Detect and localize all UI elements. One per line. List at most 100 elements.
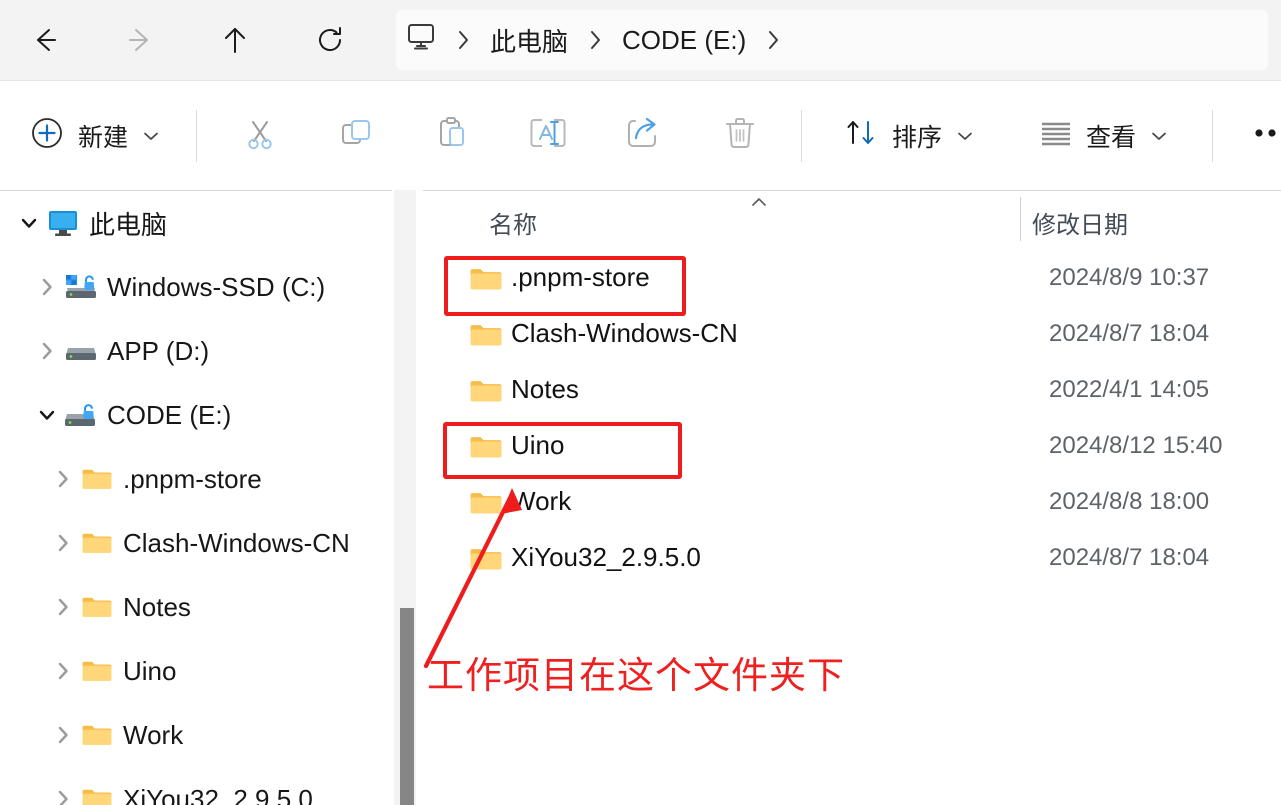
file-name: Notes <box>511 374 579 404</box>
drive-lock-icon <box>64 398 98 432</box>
file-row-uino[interactable]: Uino 2024/8/12 15:40 <box>423 421 1281 477</box>
folder-icon <box>80 590 114 624</box>
folder-icon <box>80 462 114 496</box>
sidebar-item-xiyou32[interactable]: XiYou32_2.9.5.0 <box>0 767 392 805</box>
folder-icon <box>469 433 503 463</box>
up-button[interactable] <box>208 13 262 67</box>
folder-icon <box>469 377 503 407</box>
sort-arrows-icon <box>842 114 880 157</box>
file-row-xiyou32[interactable]: XiYou32_2.9.5.0 2024/8/7 18:04 <box>423 533 1281 589</box>
file-row-work[interactable]: Work 2024/8/8 18:00 <box>423 477 1281 533</box>
command-toolbar: 新建 排序 查看 <box>0 80 1281 190</box>
chevron-right-icon[interactable] <box>46 782 80 805</box>
back-button[interactable] <box>18 13 72 67</box>
breadcrumb-separator <box>446 17 480 63</box>
sidebar-item-label: APP (D:) <box>107 335 210 366</box>
navigation-pane[interactable]: 此电脑 Windows-SSD (C:) APP (D:) CODE (E:) … <box>0 190 392 805</box>
sidebar-item-label: Work <box>123 719 184 750</box>
chevron-right-icon[interactable] <box>30 270 64 304</box>
ellipsis-icon <box>1252 126 1281 145</box>
breadcrumb-item-code-e[interactable]: CODE (E:) <box>612 17 756 63</box>
breadcrumb-separator-trailing[interactable] <box>756 17 790 63</box>
sidebar-item-clash-windows-cn[interactable]: Clash-Windows-CN <box>0 511 392 575</box>
drive-windows-icon <box>64 270 98 304</box>
chevron-down-icon[interactable] <box>12 206 46 240</box>
column-header-name[interactable]: 名称 <box>489 205 537 240</box>
breadcrumb-separator <box>578 17 612 63</box>
navigation-pane-scrollbar-thumb[interactable] <box>400 608 414 805</box>
sidebar-item-work[interactable]: Work <box>0 703 392 767</box>
share-button[interactable] <box>613 105 675 167</box>
plus-circle-icon <box>28 114 66 157</box>
chevron-down-icon[interactable] <box>142 130 160 142</box>
chevron-right-icon[interactable] <box>46 462 80 496</box>
file-list-column-headers: 名称 修改日期 <box>423 191 1281 253</box>
file-name: Clash-Windows-CN <box>511 318 738 348</box>
cut-button[interactable] <box>229 105 291 167</box>
arrow-up-icon <box>218 23 252 57</box>
view-button[interactable]: 查看 <box>1024 105 1182 167</box>
sidebar-item-code-e[interactable]: CODE (E:) <box>0 383 392 447</box>
new-button-label: 新建 <box>78 123 129 152</box>
toolbar-divider <box>801 109 803 162</box>
copy-button[interactable] <box>325 105 387 167</box>
list-lines-icon <box>1038 118 1074 153</box>
sidebar-item-this-pc[interactable]: 此电脑 <box>0 191 392 255</box>
folder-icon <box>469 321 503 351</box>
file-name: XiYou32_2.9.5.0 <box>511 542 701 572</box>
refresh-button[interactable] <box>303 13 357 67</box>
chevron-right-icon[interactable] <box>46 654 80 688</box>
sidebar-item-label: Clash-Windows-CN <box>123 527 350 558</box>
sort-button-label: 排序 <box>892 123 943 152</box>
column-divider[interactable] <box>1020 197 1021 241</box>
more-options-button[interactable] <box>1241 105 1281 167</box>
rename-icon <box>528 116 568 155</box>
chevron-right-icon[interactable] <box>46 718 80 752</box>
file-row-pnpm-store[interactable]: .pnpm-store 2024/8/9 10:37 <box>423 253 1281 309</box>
paste-button[interactable] <box>421 105 483 167</box>
scissors-icon <box>241 114 279 157</box>
copy-icon <box>337 114 375 157</box>
breadcrumb-root-this-pc[interactable] <box>396 17 446 63</box>
chevron-down-icon[interactable] <box>956 130 974 142</box>
folder-icon <box>469 545 503 575</box>
sort-button[interactable]: 排序 <box>828 105 988 167</box>
file-explorer-window: 此电脑 CODE (E:) 新建 排序 查看 此电脑 Windows-SSD (… <box>0 0 1281 805</box>
sidebar-item-notes[interactable]: Notes <box>0 575 392 639</box>
sidebar-item-app-d[interactable]: APP (D:) <box>0 319 392 383</box>
toolbar-divider <box>196 109 198 162</box>
chevron-down-icon[interactable] <box>1150 130 1168 142</box>
new-button[interactable]: 新建 <box>18 105 174 167</box>
file-date-modified: 2022/4/1 14:05 <box>1049 376 1210 403</box>
toolbar-divider <box>1212 109 1214 162</box>
delete-button[interactable] <box>709 105 771 167</box>
rename-button[interactable] <box>517 105 579 167</box>
annotation-note-text: 工作项目在这个文件夹下 <box>427 654 845 697</box>
column-header-date-modified[interactable]: 修改日期 <box>1032 205 1128 240</box>
sidebar-item-label: XiYou32_2.9.5.0 <box>123 783 313 805</box>
share-icon <box>625 114 663 157</box>
file-name: .pnpm-store <box>511 262 650 292</box>
address-bar[interactable]: 此电脑 CODE (E:) <box>396 10 1268 70</box>
folder-icon <box>469 265 503 295</box>
file-name: Work <box>511 486 572 516</box>
file-list-pane[interactable]: 名称 修改日期 .pnpm-store 2024/8/9 10:37 Clash… <box>423 190 1281 805</box>
paste-icon <box>433 114 471 157</box>
arrow-left-icon <box>28 23 62 57</box>
sidebar-item-label: Windows-SSD (C:) <box>107 271 326 302</box>
chevron-down-icon[interactable] <box>30 398 64 432</box>
breadcrumb-item-this-pc[interactable]: 此电脑 <box>480 17 578 63</box>
monitor-icon <box>46 206 80 240</box>
sidebar-item-pnpm-store[interactable]: .pnpm-store <box>0 447 392 511</box>
file-row-clash-windows-cn[interactable]: Clash-Windows-CN 2024/8/7 18:04 <box>423 309 1281 365</box>
arrow-right-icon <box>123 23 157 57</box>
chevron-right-icon[interactable] <box>46 590 80 624</box>
chevron-right-icon[interactable] <box>46 526 80 560</box>
file-date-modified: 2024/8/7 18:04 <box>1049 320 1210 347</box>
chevron-right-icon[interactable] <box>30 334 64 368</box>
file-row-notes[interactable]: Notes 2022/4/1 14:05 <box>423 365 1281 421</box>
this-pc-icon <box>404 22 438 59</box>
sidebar-item-label: CODE (E:) <box>107 399 232 430</box>
sidebar-item-uino[interactable]: Uino <box>0 639 392 703</box>
sidebar-item-windows-ssd-c[interactable]: Windows-SSD (C:) <box>0 255 392 319</box>
